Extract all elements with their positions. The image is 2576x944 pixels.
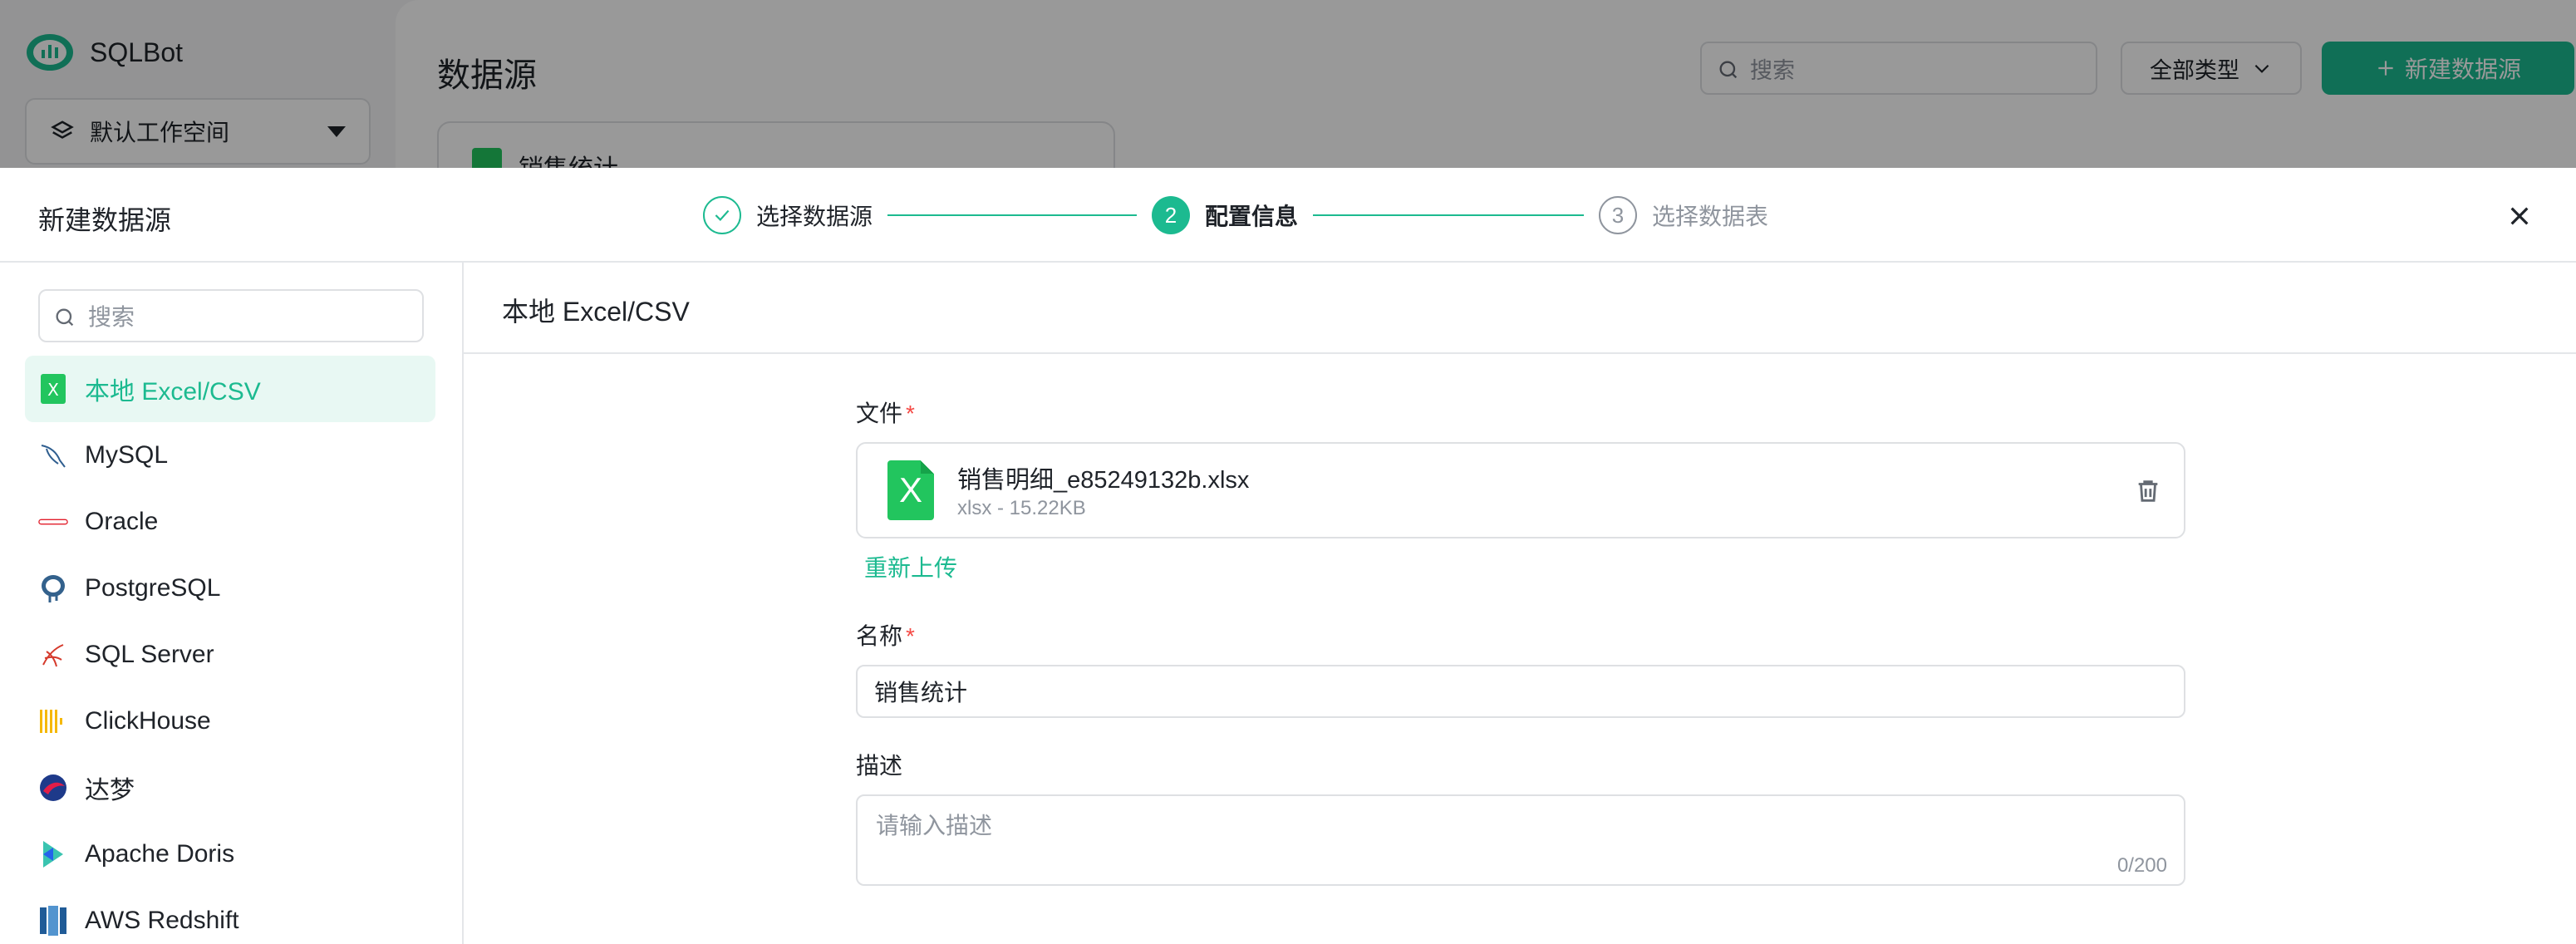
search-placeholder: 搜索 — [88, 304, 135, 330]
stepper: 选择数据源 2 配置信息 3 选择数据表 — [703, 196, 1768, 234]
postgresql-icon — [38, 572, 68, 605]
datasource-item-oracle[interactable]: Oracle — [25, 489, 435, 555]
svg-text:X: X — [47, 380, 59, 400]
datasource-items: X 本地 Excel/CSV MySQL Oracle PostgreSQL S… — [25, 356, 435, 944]
datasource-item-label: ClickHouse — [85, 707, 211, 735]
datasource-item-label: MySQL — [85, 441, 169, 469]
step-number: 3 — [1599, 196, 1638, 234]
description-textarea[interactable]: 请输入描述 0/200 — [856, 794, 2185, 886]
doris-icon — [38, 838, 68, 871]
config-form: 文件 * X 销售明细_e85249132b.xlsx xlsx - 15.22K… — [856, 396, 2185, 886]
description-counter: 0/200 — [2116, 854, 2167, 877]
clickhouse-icon — [38, 705, 68, 738]
oracle-icon — [38, 505, 68, 538]
reupload-link[interactable]: 重新上传 — [864, 550, 2185, 583]
file-label: 文件 * — [856, 396, 2185, 429]
uploaded-file: X 销售明细_e85249132b.xlsx xlsx - 15.22KB — [856, 442, 2185, 538]
datasource-type-list: 搜索 X 本地 Excel/CSV MySQL Oracle PostgreSQ… — [0, 263, 464, 944]
datasource-item-label: 本地 Excel/CSV — [85, 378, 261, 406]
step-connector — [1313, 214, 1585, 216]
file-name: 销售明细_e85249132b.xlsx — [957, 467, 1250, 494]
sqlserver-icon — [38, 638, 68, 671]
file-meta: xlsx - 15.22KB — [957, 497, 1086, 519]
redshift-icon — [38, 904, 68, 937]
mysql-icon — [38, 439, 68, 472]
file-icon-letter: X — [898, 470, 922, 509]
drawer-title: 新建数据源 — [38, 205, 172, 235]
step-select-table: 3 选择数据表 — [1599, 196, 1768, 234]
datasource-item-clickhouse[interactable]: ClickHouse — [25, 688, 435, 755]
file-label-text: 文件 — [856, 401, 903, 426]
datasource-item-mysql[interactable]: MySQL — [25, 422, 435, 489]
datasource-item-label: AWS Redshift — [85, 907, 239, 934]
datasource-item-label: SQL Server — [85, 641, 214, 668]
desc-label: 描述 — [856, 753, 903, 779]
config-title: 本地 Excel/CSV — [464, 263, 2576, 354]
datasource-item-label: Oracle — [85, 508, 159, 535]
description-placeholder: 请输入描述 — [876, 813, 993, 838]
datasource-item-label: PostgreSQL — [85, 574, 221, 602]
step-label: 配置信息 — [1205, 204, 1299, 229]
step-connector — [887, 214, 1138, 216]
datasource-item-dameng[interactable]: 达梦 — [25, 755, 435, 821]
search-icon — [56, 308, 74, 327]
close-icon[interactable] — [2506, 203, 2533, 229]
step-number: 2 — [1152, 196, 1191, 234]
datasource-item-label: Apache Doris — [85, 840, 235, 868]
datasource-item-redshift[interactable]: AWS Redshift — [25, 887, 435, 944]
excel-icon: X — [38, 372, 68, 406]
required-mark: * — [906, 401, 915, 426]
name-label-text: 名称 — [856, 623, 903, 649]
datasource-item-label: 达梦 — [85, 777, 135, 804]
drawer-body: 搜索 X 本地 Excel/CSV MySQL Oracle PostgreSQ… — [0, 263, 2576, 944]
dameng-icon — [38, 771, 68, 804]
trash-icon[interactable] — [2134, 475, 2162, 507]
required-mark: * — [906, 623, 915, 649]
datasource-type-search-input[interactable]: 搜索 — [38, 289, 424, 342]
config-panel: 本地 Excel/CSV 文件 * X 销售明细_e85249132b.xlsx … — [464, 263, 2576, 944]
name-input[interactable]: 销售统计 — [856, 665, 2185, 718]
step-label: 选择数据表 — [1652, 204, 1769, 229]
name-label: 名称 * — [856, 618, 2185, 651]
drawer-header: 新建数据源 选择数据源 2 配置信息 3 选择数据表 — [0, 168, 2576, 263]
datasource-item-doris[interactable]: Apache Doris — [25, 821, 435, 887]
xlsx-file-icon: X — [887, 460, 934, 520]
step-config: 2 配置信息 — [1152, 196, 1298, 234]
check-icon — [703, 196, 741, 234]
new-datasource-drawer: 新建数据源 选择数据源 2 配置信息 3 选择数据表 搜索 X 本地 Excel… — [0, 168, 2576, 944]
step-label: 选择数据源 — [756, 204, 873, 229]
datasource-item-postgresql[interactable]: PostgreSQL — [25, 555, 435, 622]
datasource-item-excel[interactable]: X 本地 Excel/CSV — [25, 356, 435, 422]
datasource-item-sqlserver[interactable]: SQL Server — [25, 622, 435, 688]
step-select-datasource: 选择数据源 — [703, 196, 873, 234]
